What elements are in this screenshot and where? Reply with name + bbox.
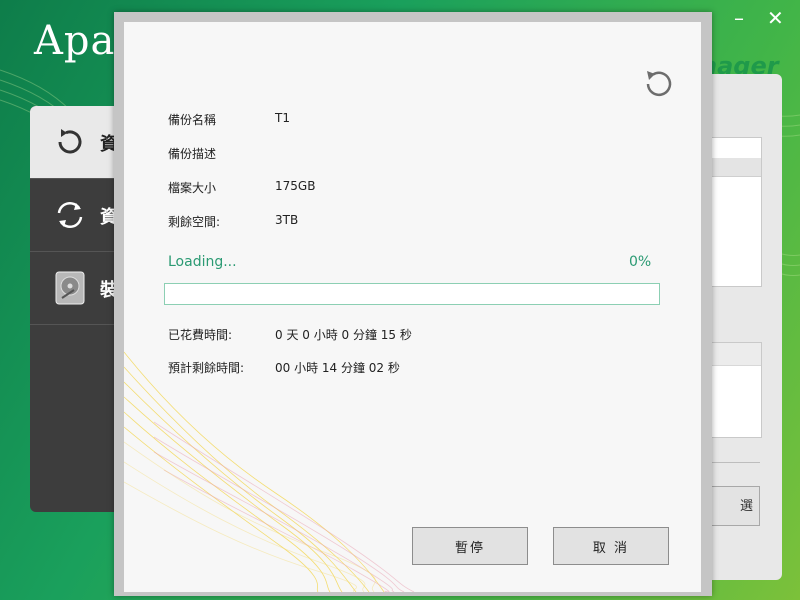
hard-drive-icon <box>55 271 85 305</box>
list-row <box>711 343 761 366</box>
progress-percent: 0% <box>629 254 652 270</box>
list-row <box>711 158 761 177</box>
sidebar-item-sync[interactable]: 資 <box>30 179 120 252</box>
background-list-box[interactable] <box>710 342 762 438</box>
refresh-icon[interactable] <box>639 65 677 103</box>
background-list-box[interactable] <box>710 137 762 287</box>
backup-refresh-icon <box>58 129 82 154</box>
remaining-space-label: 剩餘空間: <box>168 215 221 229</box>
backup-progress-dialog-frame: 備份名稱 T1 備份描述 檔案大小 175GB 剩餘空間: 3TB Loadin… <box>114 12 712 596</box>
backup-name-value: T1 <box>275 111 290 125</box>
file-size-value: 175GB <box>275 179 316 193</box>
remaining-space-value: 3TB <box>275 213 299 227</box>
sync-icon <box>57 201 83 229</box>
backup-description-label: 備份描述 <box>168 147 217 161</box>
progress-bar <box>164 283 660 305</box>
backup-progress-dialog: 備份名稱 T1 備份描述 檔案大小 175GB 剩餘空間: 3TB Loadin… <box>124 22 701 592</box>
elapsed-time-value: 0 天 0 小時 0 分鐘 15 秒 <box>275 328 412 342</box>
minimize-button[interactable]: – <box>734 8 744 28</box>
close-button[interactable]: ✕ <box>767 8 784 28</box>
elapsed-time-label: 已花費時間: <box>168 328 233 342</box>
cancel-button[interactable]: 取 消 <box>553 527 669 565</box>
decorative-wave-lines <box>124 351 415 592</box>
sidebar: 資 資 裝 <box>30 106 120 512</box>
sidebar-item-backup[interactable]: 資 <box>30 106 120 179</box>
background-action-button[interactable]: 選 <box>710 486 760 526</box>
sidebar-item-device[interactable]: 裝 <box>30 252 120 325</box>
estimated-remaining-label: 預計剩餘時間: <box>168 361 245 375</box>
loading-status: Loading... <box>168 254 237 270</box>
pause-button[interactable]: 暫停 <box>412 527 528 565</box>
file-size-label: 檔案大小 <box>168 181 217 195</box>
estimated-remaining-value: 00 小時 14 分鐘 02 秒 <box>275 361 400 375</box>
backup-name-label: 備份名稱 <box>168 113 217 127</box>
divider <box>710 462 760 463</box>
